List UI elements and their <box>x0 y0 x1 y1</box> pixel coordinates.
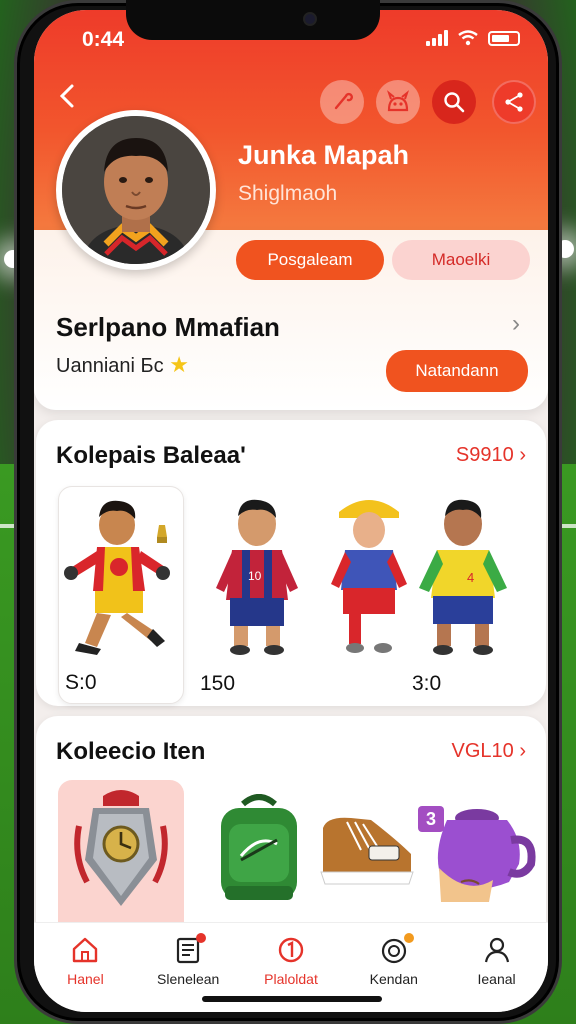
players-collection-card: Kolepais Baleaa' S9910 › S:0 10 150 4 3:… <box>36 420 546 706</box>
mascot-icon <box>386 90 410 112</box>
whistle-button[interactable] <box>320 80 364 124</box>
primary-action-button[interactable]: Posgaleam <box>236 240 384 280</box>
profile-handle: Shiglmaoh <box>238 182 338 205</box>
chevron-right-icon: › <box>519 740 526 762</box>
gauntlet-icon <box>74 790 168 906</box>
player-price: 3:0 <box>412 672 442 695</box>
boot-icon <box>320 817 414 885</box>
profile-icon <box>484 937 509 963</box>
svg-text:10: 10 <box>248 569 262 583</box>
share-icon <box>505 92 523 112</box>
player-price: 150 <box>200 672 236 695</box>
player-portrait <box>62 116 210 264</box>
players-collection-count: S9910 <box>455 444 514 466</box>
team-subtitle: Uanniani Бс ★ <box>56 352 189 378</box>
player-figure-icon: 4 <box>419 499 507 655</box>
profile-name: Junka Mapah <box>238 140 410 170</box>
whistle-icon <box>334 92 353 110</box>
share-button[interactable] <box>492 80 536 124</box>
items-collection-card: Koleecio Iten VGL10 › 3 <box>36 716 546 946</box>
nav-label: Ieanal <box>477 971 516 987</box>
search-icon <box>444 92 465 113</box>
goalkeeper-figure-icon <box>64 500 170 655</box>
friends-button[interactable] <box>376 80 420 124</box>
status-time: 0:44 <box>82 28 125 51</box>
camera-icon <box>303 12 317 26</box>
backpack-icon <box>221 794 297 900</box>
home-indicator <box>202 996 382 1002</box>
jersey-icon <box>437 809 536 902</box>
nav-label: Plaloldat <box>264 971 318 987</box>
battery-icon <box>488 30 520 46</box>
team-title[interactable]: Serlpano Mmafian <box>56 312 280 343</box>
app-screen: 0:44 Junka Mapah Shiglmaoh Posgaleam Mao… <box>34 10 548 1012</box>
status-icons <box>426 30 520 46</box>
team-subtitle-text: Uanniani Бс <box>56 355 164 377</box>
item-card[interactable] <box>58 780 184 940</box>
nav-label: Slenelean <box>157 971 220 987</box>
secondary-action-button[interactable]: Maoelki <box>392 240 530 280</box>
svg-text:4: 4 <box>467 570 474 585</box>
player-figure-icon: 10 <box>216 499 298 655</box>
back-icon[interactable] <box>52 80 84 112</box>
nav-item-home[interactable]: Hanel <box>37 935 133 1012</box>
players-collection-link[interactable]: S9910 › <box>456 444 526 467</box>
player-card[interactable]: 4 3:0 <box>400 486 526 704</box>
items-collection-count: VGL10 <box>451 740 514 762</box>
nav-label: Kendan <box>369 971 418 987</box>
item-card[interactable]: 3 <box>412 780 538 940</box>
notification-dot <box>196 933 207 943</box>
items-collection-link[interactable]: VGL10 › <box>452 740 527 763</box>
search-button[interactable] <box>432 80 476 124</box>
signal-icon <box>426 30 448 46</box>
phone-notch <box>126 0 380 40</box>
player-price: S:0 <box>65 671 97 694</box>
home-icon <box>73 937 98 963</box>
player-card[interactable]: 10 150 <box>194 486 320 704</box>
nav-item-profile[interactable]: Ieanal <box>449 935 545 1012</box>
player-card[interactable]: S:0 <box>58 486 184 704</box>
chevron-right-icon: › <box>519 444 526 466</box>
star-icon: ★ <box>169 352 189 377</box>
shield-icon <box>278 937 304 963</box>
avatar[interactable] <box>56 110 216 270</box>
team-action-button[interactable]: Natandann <box>386 350 528 392</box>
wifi-icon <box>458 30 478 46</box>
notification-dot <box>403 933 414 943</box>
players-collection-title: Kolepais Baleaa' <box>56 442 246 469</box>
nav-label: Hanel <box>67 971 104 987</box>
items-collection-title: Koleecio Iten <box>56 738 206 765</box>
chevron-right-icon[interactable]: › <box>512 310 520 338</box>
